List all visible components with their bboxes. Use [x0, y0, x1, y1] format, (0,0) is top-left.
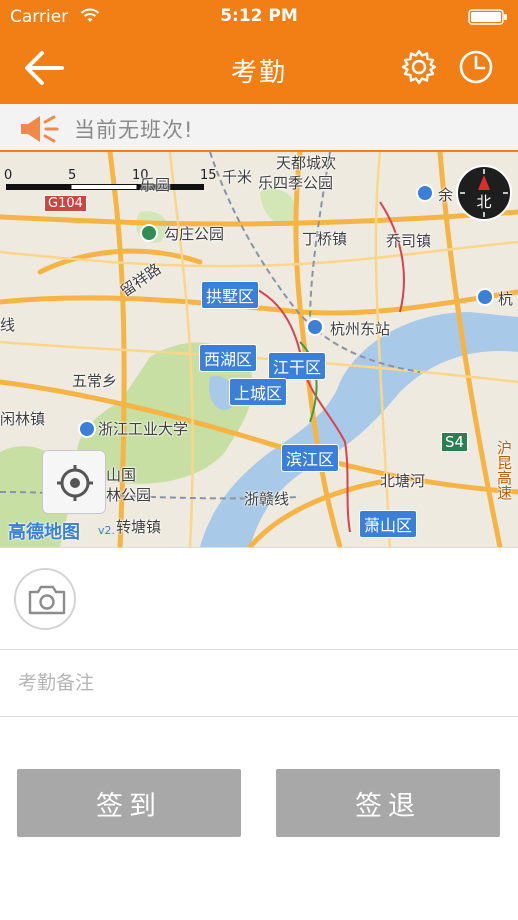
district-label: 西湖区 [199, 344, 258, 372]
map-provider-logo: 高德地图 [8, 522, 80, 543]
map-label: 林公园 [106, 486, 152, 504]
map-label: 线 [0, 316, 16, 334]
map-label: 山国 [106, 466, 137, 484]
camera-button[interactable] [14, 568, 76, 630]
sign-out-button[interactable]: 签退 [276, 769, 500, 837]
station-icon [416, 184, 434, 202]
map-label: 余 [438, 186, 454, 204]
divider [0, 716, 518, 717]
map-label: 浙江工业大学 [98, 420, 189, 438]
district-label: 滨江区 [281, 444, 340, 472]
map-label: 闲林镇 [0, 410, 46, 428]
map-label: 乐四季公园 [258, 174, 334, 192]
top-bar: Carrier 5:12 PM 考勤 [0, 0, 518, 104]
map-label: 丁桥镇 [302, 230, 348, 248]
district-label: 萧山区 [359, 510, 418, 538]
map-label: 浙赣线 [244, 490, 290, 508]
school-icon [78, 420, 96, 438]
map-label: 转塘镇 [116, 518, 162, 536]
district-label: 拱墅区 [201, 281, 260, 309]
map-label: 勾庄公园 [164, 225, 225, 243]
attendance-screen: Carrier 5:12 PM 考勤 当前无班次! 0 5 10 15 千米 G… [0, 0, 518, 920]
map-provider-version: v2. [98, 524, 116, 537]
crosshair-icon [57, 465, 93, 501]
map-label: 北塘河 [380, 472, 426, 490]
scale-label-0: 0 [4, 168, 13, 183]
speaker-icon [21, 115, 59, 143]
scale-bar: 0 5 10 15 [4, 168, 217, 192]
district-label: 上城区 [229, 378, 288, 406]
battery-full-icon [468, 9, 507, 25]
map-label: 天都城欢 [276, 154, 337, 172]
camera-icon [28, 585, 66, 615]
park-icon [140, 224, 158, 242]
map-label: 杭 [498, 290, 514, 308]
remark-input[interactable] [0, 650, 518, 716]
nav-bar: 考勤 [0, 34, 518, 104]
photo-section [0, 547, 518, 649]
notice-bar: 当前无班次! [0, 104, 518, 152]
road-label: 沪昆高速 [495, 440, 513, 500]
highway-shield-s4: S4 [441, 432, 469, 452]
gear-icon[interactable] [400, 48, 438, 86]
status-time: 5:12 PM [220, 6, 298, 26]
map-label: 乔司镇 [386, 232, 432, 250]
scale-label-15: 15 [200, 168, 217, 183]
notice-text: 当前无班次! [74, 118, 194, 142]
highway-shield-g104: G104 [44, 195, 87, 212]
scale-unit: 千米 [222, 168, 253, 186]
clock-icon[interactable] [457, 48, 495, 86]
school-icon [476, 288, 494, 306]
compass-icon[interactable]: 北 [455, 164, 513, 222]
map-view[interactable]: 0 5 10 15 千米 G104 S4 天都城欢 乐园 乐四季公园 勾庄公园 … [0, 152, 518, 547]
status-bar: Carrier 5:12 PM [0, 0, 518, 34]
station-icon [306, 318, 324, 336]
locate-button[interactable] [42, 450, 106, 514]
map-label: 五常乡 [72, 372, 118, 390]
scale-bar-graphic [6, 184, 204, 190]
page-title: 考勤 [230, 58, 287, 88]
map-label: 乐园 [140, 176, 171, 194]
map-label: 杭州东站 [330, 320, 391, 338]
district-label: 江干区 [268, 352, 327, 380]
scale-label-5: 5 [68, 168, 77, 183]
sign-in-button[interactable]: 签到 [17, 769, 241, 837]
compass-label: 北 [476, 193, 491, 211]
